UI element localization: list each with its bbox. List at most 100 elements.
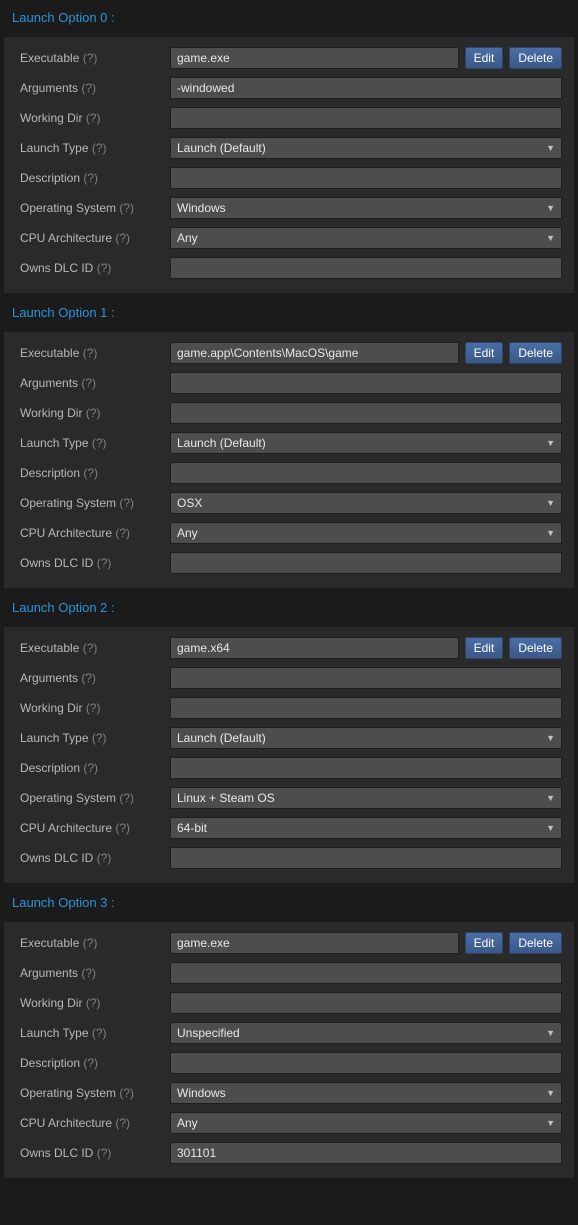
cpu-arch-select[interactable]: Any xyxy=(170,227,562,249)
arguments-label: Arguments (?) xyxy=(20,376,170,390)
owns-dlc-id-label: Owns DLC ID (?) xyxy=(20,261,170,275)
description-label: Description (?) xyxy=(20,1056,170,1070)
delete-button[interactable]: Delete xyxy=(509,47,562,69)
owns-dlc-id-input[interactable] xyxy=(170,257,562,279)
description-input[interactable] xyxy=(170,167,562,189)
delete-button[interactable]: Delete xyxy=(509,342,562,364)
help-hint[interactable]: (?) xyxy=(81,81,96,95)
cpu-arch-label: CPU Architecture (?) xyxy=(20,1116,170,1130)
help-hint[interactable]: (?) xyxy=(97,1146,112,1160)
executable-label: Executable (?) xyxy=(20,936,170,950)
owns-dlc-id-input[interactable] xyxy=(170,552,562,574)
description-label: Description (?) xyxy=(20,761,170,775)
help-hint[interactable]: (?) xyxy=(86,406,101,420)
help-hint[interactable]: (?) xyxy=(115,231,130,245)
executable-input[interactable] xyxy=(170,342,459,364)
delete-button[interactable]: Delete xyxy=(509,637,562,659)
arguments-input[interactable] xyxy=(170,77,562,99)
launch-option-section: Launch Option 1 : Executable (?) EditDelet… xyxy=(4,299,574,588)
working-dir-input[interactable] xyxy=(170,402,562,424)
edit-button[interactable]: Edit xyxy=(465,932,504,954)
launch-type-select[interactable]: Launch (Default) xyxy=(170,137,562,159)
help-hint[interactable]: (?) xyxy=(86,111,101,125)
help-hint[interactable]: (?) xyxy=(83,171,98,185)
working-dir-input[interactable] xyxy=(170,992,562,1014)
launch-type-label: Launch Type (?) xyxy=(20,436,170,450)
arguments-input[interactable] xyxy=(170,962,562,984)
cpu-arch-select[interactable]: 64-bit xyxy=(170,817,562,839)
operating-system-select[interactable]: Windows xyxy=(170,1082,562,1104)
launch-type-select[interactable]: Launch (Default) xyxy=(170,432,562,454)
help-hint[interactable]: (?) xyxy=(92,1026,107,1040)
executable-input[interactable] xyxy=(170,47,459,69)
owns-dlc-id-input[interactable] xyxy=(170,1142,562,1164)
operating-system-select[interactable]: Windows xyxy=(170,197,562,219)
help-hint[interactable]: (?) xyxy=(81,376,96,390)
cpu-arch-label: CPU Architecture (?) xyxy=(20,231,170,245)
help-hint[interactable]: (?) xyxy=(83,641,98,655)
executable-input[interactable] xyxy=(170,637,459,659)
launch-type-label: Launch Type (?) xyxy=(20,731,170,745)
working-dir-input[interactable] xyxy=(170,697,562,719)
help-hint[interactable]: (?) xyxy=(119,1086,134,1100)
operating-system-label: Operating System (?) xyxy=(20,496,170,510)
help-hint[interactable]: (?) xyxy=(115,821,130,835)
arguments-input[interactable] xyxy=(170,372,562,394)
edit-button[interactable]: Edit xyxy=(465,342,504,364)
operating-system-label: Operating System (?) xyxy=(20,791,170,805)
launch-type-select[interactable]: Launch (Default) xyxy=(170,727,562,749)
operating-system-select[interactable]: OSX xyxy=(170,492,562,514)
help-hint[interactable]: (?) xyxy=(81,671,96,685)
help-hint[interactable]: (?) xyxy=(97,851,112,865)
help-hint[interactable]: (?) xyxy=(97,556,112,570)
description-label: Description (?) xyxy=(20,171,170,185)
description-input[interactable] xyxy=(170,757,562,779)
help-hint[interactable]: (?) xyxy=(115,1116,130,1130)
help-hint[interactable]: (?) xyxy=(83,51,98,65)
owns-dlc-id-label: Owns DLC ID (?) xyxy=(20,556,170,570)
help-hint[interactable]: (?) xyxy=(97,261,112,275)
arguments-input[interactable] xyxy=(170,667,562,689)
help-hint[interactable]: (?) xyxy=(92,731,107,745)
description-label: Description (?) xyxy=(20,466,170,480)
arguments-label: Arguments (?) xyxy=(20,671,170,685)
owns-dlc-id-input[interactable] xyxy=(170,847,562,869)
help-hint[interactable]: (?) xyxy=(83,936,98,950)
help-hint[interactable]: (?) xyxy=(83,761,98,775)
help-hint[interactable]: (?) xyxy=(86,996,101,1010)
working-dir-label: Working Dir (?) xyxy=(20,406,170,420)
description-input[interactable] xyxy=(170,462,562,484)
launch-option-section: Launch Option 3 :Executable (?)EditDelet… xyxy=(4,889,574,1178)
edit-button[interactable]: Edit xyxy=(465,637,504,659)
description-input[interactable] xyxy=(170,1052,562,1074)
operating-system-select[interactable]: Linux + Steam OS xyxy=(170,787,562,809)
working-dir-input[interactable] xyxy=(170,107,562,129)
help-hint[interactable]: (?) xyxy=(81,966,96,980)
help-hint[interactable]: (?) xyxy=(83,1056,98,1070)
help-hint[interactable]: (?) xyxy=(92,436,107,450)
section-title: Launch Option 2 : xyxy=(4,594,574,627)
operating-system-label: Operating System (?) xyxy=(20,1086,170,1100)
help-hint[interactable]: (?) xyxy=(92,141,107,155)
help-hint[interactable]: (?) xyxy=(119,201,134,215)
help-hint[interactable]: (?) xyxy=(83,466,98,480)
operating-system-label: Operating System (?) xyxy=(20,201,170,215)
launch-option-section: Launch Option 0 :Executable (?)EditDelet… xyxy=(4,4,574,293)
arguments-label: Arguments (?) xyxy=(20,81,170,95)
cpu-arch-select[interactable]: Any xyxy=(170,522,562,544)
help-hint[interactable]: (?) xyxy=(115,526,130,540)
owns-dlc-id-label: Owns DLC ID (?) xyxy=(20,1146,170,1160)
help-hint[interactable]: (?) xyxy=(83,346,98,360)
help-hint[interactable]: (?) xyxy=(119,791,134,805)
edit-button[interactable]: Edit xyxy=(465,47,504,69)
delete-button[interactable]: Delete xyxy=(509,932,562,954)
launch-type-select[interactable]: Unspecified xyxy=(170,1022,562,1044)
cpu-arch-select[interactable]: Any xyxy=(170,1112,562,1134)
executable-input[interactable] xyxy=(170,932,459,954)
section-title: Launch Option 0 : xyxy=(4,4,574,37)
executable-label: Executable (?) xyxy=(20,346,170,360)
help-hint[interactable]: (?) xyxy=(86,701,101,715)
help-hint[interactable]: (?) xyxy=(119,496,134,510)
launch-option-section: Launch Option 2 :Executable (?)EditDelet… xyxy=(4,594,574,883)
section-title: Launch Option 1 : xyxy=(4,299,574,332)
